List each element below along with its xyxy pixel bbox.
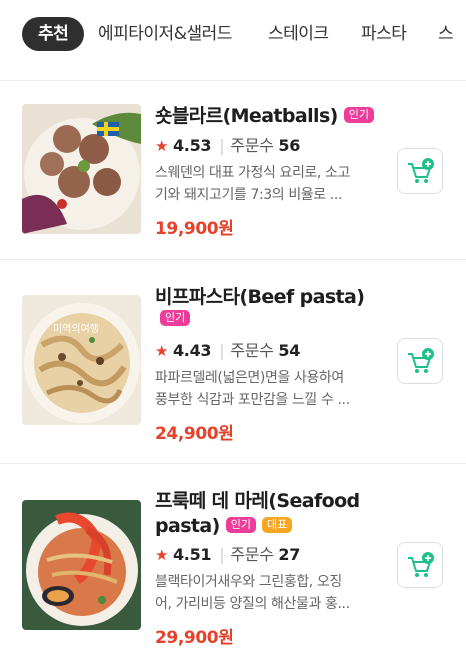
divider <box>0 80 466 81</box>
popular-badge: 인기 <box>225 516 256 533</box>
orders-label: 주문수 <box>230 136 274 155</box>
star-icon: ★ <box>155 546 169 564</box>
cart-plus-icon <box>408 158 434 183</box>
tab-appetizer-salad[interactable]: 에피타이저&샐러드 <box>98 17 232 51</box>
divider <box>0 259 466 260</box>
tab-pasta[interactable]: 파스타 <box>361 17 407 51</box>
cart-plus-icon <box>408 348 434 373</box>
separator: | <box>219 545 225 564</box>
menu-item-description: 스웨덴의 대표 가정식 요리로, 소고 기와 돼지고기를 7:3의 비율로 ..… <box>155 162 377 206</box>
separator: | <box>219 136 225 155</box>
separator: | <box>219 341 225 360</box>
popular-badge: 인기 <box>160 309 191 326</box>
description-line: 기와 돼지고기를 7:3의 비율로 ... <box>155 187 342 203</box>
tab-steak[interactable]: 스테이크 <box>268 17 329 51</box>
description-line: 블랙타이거새우와 그린홍합, 오징 <box>155 574 342 590</box>
menu-item-rating-row: ★ 4.43 | 주문수 54 <box>155 340 300 362</box>
tab-recommended[interactable]: 추천 <box>22 17 85 51</box>
orders-count: 56 <box>278 136 301 155</box>
menu-item-price: 19,900원 <box>155 219 234 239</box>
description-line: 어, 가리비등 양질의 해산물과 홍... <box>155 596 350 612</box>
menu-item-name: 비프파스타(Beef pasta) <box>155 286 365 308</box>
description-line: 파파르델레(넓은면)면을 사용하여 <box>155 370 344 386</box>
menu-item-name-line: pasta) <box>155 515 220 537</box>
menu-item-image <box>22 295 141 425</box>
add-to-cart-button[interactable] <box>397 542 443 588</box>
popular-badge: 인기 <box>343 106 375 123</box>
menu-item-price: 24,900원 <box>155 424 234 444</box>
menu-item-price: 29,900원 <box>155 628 234 648</box>
cart-plus-icon <box>408 552 434 577</box>
add-to-cart-button[interactable] <box>397 148 443 194</box>
orders-label: 주문수 <box>230 341 274 360</box>
menu-item-rating-row: ★ 4.53 | 주문수 56 <box>155 135 300 157</box>
menu-item-name: 숏블라르(Meatballs) <box>155 105 338 127</box>
divider <box>0 463 466 464</box>
menu-item-description: 블랙타이거새우와 그린홍합, 오징 어, 가리비등 양질의 해산물과 홍... <box>155 571 377 615</box>
tab-more-partial[interactable]: 스 <box>438 17 454 51</box>
add-to-cart-button[interactable] <box>397 338 443 384</box>
signature-badge: 대표 <box>262 516 293 533</box>
menu-item-name-row: 숏블라르(Meatballs) 인기 <box>155 103 375 129</box>
menu-item-description: 파파르델레(넓은면)면을 사용하여 풍부한 식감과 포만감을 느낄 수 ... <box>155 367 377 411</box>
orders-count: 54 <box>278 341 301 360</box>
rating-value: 4.51 <box>172 545 212 564</box>
orders-count: 27 <box>278 545 301 564</box>
star-icon: ★ <box>155 342 169 360</box>
menu-item-rating-row: ★ 4.51 | 주문수 27 <box>155 544 300 566</box>
description-line: 풍부한 식감과 포만감을 느낄 수 ... <box>155 392 350 408</box>
menu-item-name-row: pasta) 인기 대표 <box>155 513 293 539</box>
rating-value: 4.43 <box>172 341 212 360</box>
menu-item-image <box>22 104 141 234</box>
category-tab-bar: 추천 에피타이저&샐러드 스테이크 파스타 스 <box>0 0 466 70</box>
description-line: 스웨덴의 대표 가정식 요리로, 소고 <box>155 165 350 181</box>
rating-value: 4.53 <box>172 136 212 155</box>
menu-item-image <box>22 500 141 630</box>
star-icon: ★ <box>155 137 169 155</box>
badge-row: 인기 <box>160 309 191 328</box>
orders-label: 주문수 <box>230 545 274 564</box>
menu-item-name-line: 프룩떼 데 마레(Seafood <box>155 490 360 512</box>
image-watermark: 미역의여행 <box>53 324 99 335</box>
